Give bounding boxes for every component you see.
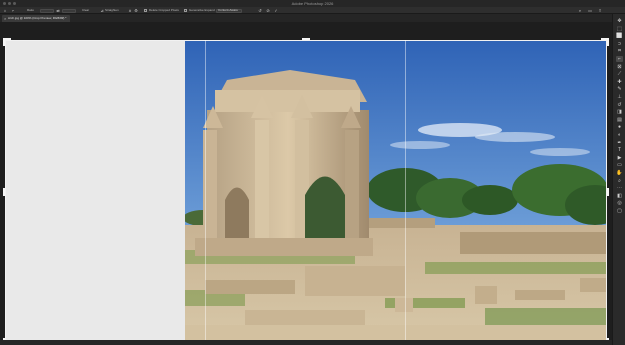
clear-button[interactable]: Clear bbox=[82, 8, 89, 13]
type-tool-icon[interactable]: T bbox=[616, 147, 623, 153]
color-swatches-icon[interactable]: ◧ bbox=[616, 193, 623, 199]
home-icon[interactable]: ⌂ bbox=[3, 8, 7, 13]
ratio-height-field[interactable] bbox=[62, 8, 76, 13]
history-brush-tool-icon[interactable]: ↺ bbox=[616, 102, 623, 108]
crop-grid-line-vertical-2 bbox=[405, 40, 406, 344]
shape-tool-icon[interactable]: ▭ bbox=[616, 162, 623, 168]
fill-label: Generative Expand bbox=[189, 8, 215, 12]
document-tab[interactable]: × Arch.jpg @ 100% (Crop Preview, RGB/8#)… bbox=[2, 15, 70, 22]
document-tab-bar: × Arch.jpg @ 100% (Crop Preview, RGB/8#)… bbox=[0, 14, 612, 22]
crop-handle-left-middle[interactable] bbox=[3, 188, 5, 196]
hand-tool-icon[interactable]: ✋ bbox=[616, 170, 623, 176]
crop-grid-line-vertical-1 bbox=[205, 40, 206, 344]
ratio-select[interactable]: Ratio bbox=[27, 8, 34, 13]
status-bar bbox=[0, 340, 612, 345]
dodge-tool-icon[interactable]: ◐ bbox=[616, 132, 623, 138]
eyedropper-tool-icon[interactable]: ⟋ bbox=[616, 71, 623, 77]
options-bar: ⌂ ⌐ Ratio ⇄ Clear ⊿ Straighten # ⚙ Delet… bbox=[0, 7, 625, 14]
canvas-area[interactable] bbox=[0, 22, 612, 345]
crop-handle-top-right-vertical[interactable] bbox=[607, 38, 609, 46]
app-title: Adobe Photoshop 2026 bbox=[291, 1, 334, 6]
screen-mode-icon[interactable]: ▢ bbox=[616, 208, 623, 214]
crop-settings-icon[interactable]: ⚙ bbox=[134, 8, 138, 13]
path-select-tool-icon[interactable]: ▶ bbox=[616, 155, 623, 161]
fill-mode-value: Content-Aware bbox=[218, 8, 238, 12]
zoom-tool-icon[interactable]: ⌕ bbox=[616, 178, 623, 184]
overlay-grid-icon[interactable]: # bbox=[128, 8, 132, 13]
gradient-tool-icon[interactable]: ▤ bbox=[616, 117, 623, 123]
eraser-tool-icon[interactable]: ◨ bbox=[616, 109, 623, 115]
crop-frame[interactable] bbox=[5, 40, 607, 344]
move-tool-icon[interactable]: ✥ bbox=[616, 18, 623, 24]
delete-cropped-pixels-label: Delete Cropped Pixels bbox=[149, 8, 179, 12]
marquee-tool-icon[interactable]: ⬜ bbox=[616, 33, 623, 39]
healing-tool-icon[interactable]: ✚ bbox=[616, 79, 623, 85]
share-icon[interactable]: ⇪ bbox=[598, 8, 602, 13]
artboard-tool-icon[interactable]: ⬚ bbox=[616, 26, 623, 32]
crop-handle-right-middle[interactable] bbox=[607, 188, 609, 196]
lasso-tool-icon[interactable]: ↄ bbox=[616, 41, 623, 47]
crop-handle-top-left-vertical[interactable] bbox=[3, 38, 5, 46]
crop-tool-icon[interactable]: ⌐ bbox=[616, 56, 623, 62]
straighten-icon[interactable]: ⊿ bbox=[100, 8, 104, 13]
more-tools-icon[interactable]: ⋯ bbox=[616, 185, 623, 191]
tools-panel: ✥ ⬚ ⬜ ↄ ⌗ ⌐ ⊠ ⟋ ✚ ✎ ⊥ ↺ ◨ ▤ ● ◐ ✒ T ▶ ▭ ✋ ⌕ ⋯ ◧ ◎ ▢ bbox=[612, 14, 625, 345]
crop-tool-preset-icon[interactable]: ⌐ bbox=[11, 8, 15, 13]
commit-crop-icon[interactable]: ✓ bbox=[274, 8, 278, 13]
workspace-icon[interactable]: ▭ bbox=[588, 8, 592, 13]
swap-icon[interactable]: ⇄ bbox=[56, 8, 60, 13]
close-icon[interactable]: × bbox=[4, 15, 6, 22]
pen-tool-icon[interactable]: ✒ bbox=[616, 140, 623, 146]
title-bar: Adobe Photoshop 2026 bbox=[0, 0, 625, 7]
delete-cropped-pixels-checkbox[interactable] bbox=[144, 9, 147, 12]
photoshop-window: Adobe Photoshop 2026 ⌂ ⌐ Ratio ⇄ Clear ⊿… bbox=[0, 0, 625, 345]
crop-handle-top-middle[interactable] bbox=[302, 38, 310, 40]
fill-checkbox[interactable] bbox=[184, 9, 187, 12]
search-icon[interactable]: ⌕ bbox=[578, 8, 582, 13]
reset-icon[interactable]: ↺ bbox=[258, 8, 262, 13]
quick-mask-icon[interactable]: ◎ bbox=[616, 200, 623, 206]
cancel-crop-icon[interactable]: ⊘ bbox=[266, 8, 270, 13]
brush-tool-icon[interactable]: ✎ bbox=[616, 86, 623, 92]
clone-stamp-tool-icon[interactable]: ⊥ bbox=[616, 94, 623, 100]
object-select-tool-icon[interactable]: ⌗ bbox=[616, 48, 623, 54]
ratio-width-field[interactable] bbox=[40, 8, 54, 13]
document-tab-label: Arch.jpg @ 100% (Crop Preview, RGB/8#) * bbox=[8, 16, 67, 20]
frame-tool-icon[interactable]: ⊠ bbox=[616, 64, 623, 70]
blur-tool-icon[interactable]: ● bbox=[616, 124, 623, 130]
straighten-label[interactable]: Straighten bbox=[105, 8, 119, 13]
